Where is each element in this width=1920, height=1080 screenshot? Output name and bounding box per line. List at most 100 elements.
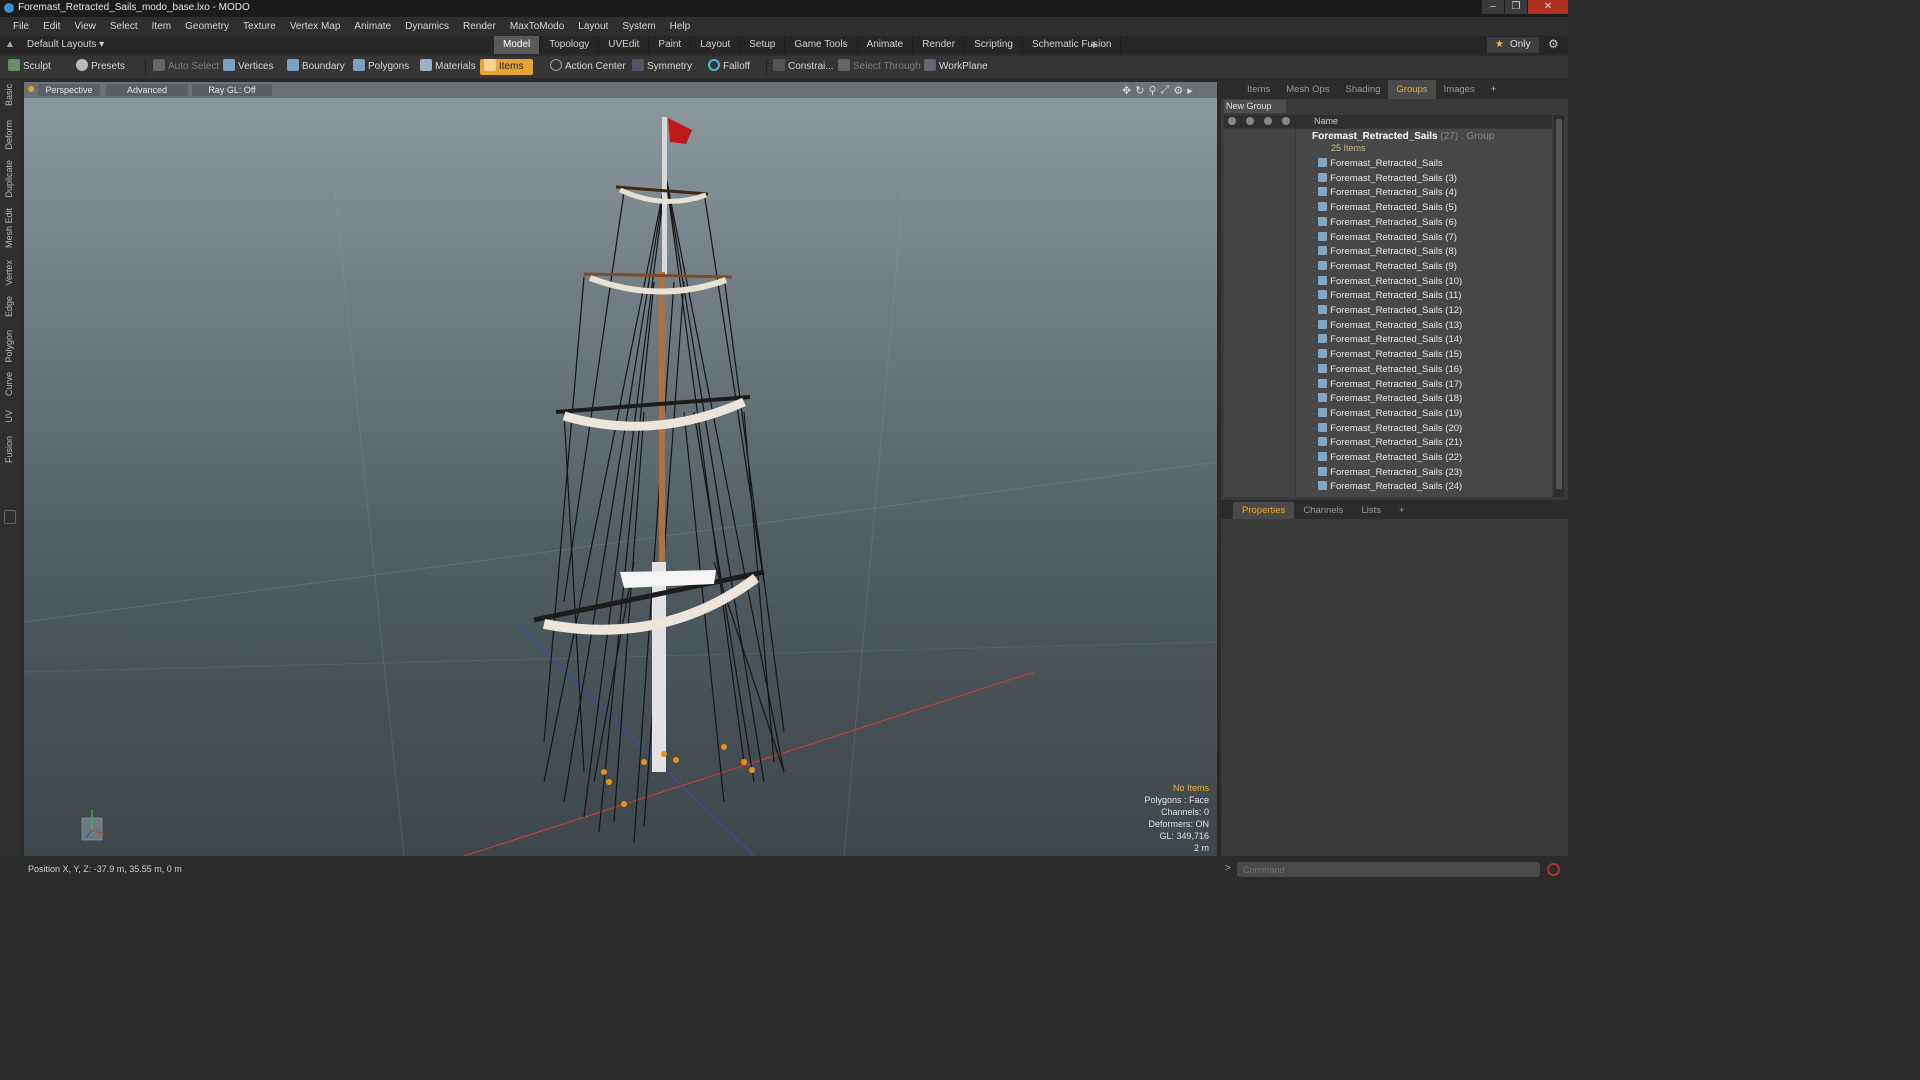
tab-topology[interactable]: Topology [540, 36, 600, 54]
restore-icon[interactable]: ❐ [1505, 0, 1527, 14]
group-item-row[interactable]: · Foremast_Retracted_Sails (20) [1312, 422, 1462, 436]
panel-toggle-button[interactable] [4, 510, 16, 524]
group-item-row[interactable]: · Foremast_Retracted_Sails (13) [1312, 319, 1462, 333]
left-tab-curve[interactable]: Curve [4, 372, 16, 396]
polygons-button[interactable]: Polygons [351, 59, 409, 75]
shading-button[interactable]: Advanced [106, 84, 188, 96]
menu-item-help[interactable]: Help [663, 21, 698, 32]
group-item-row[interactable]: · Foremast_Retracted_Sails (24) [1312, 480, 1462, 494]
only-button[interactable]: ★ Only [1487, 37, 1539, 53]
add-layout-icon[interactable]: + [1090, 37, 1098, 52]
tab-uvedit[interactable]: UVEdit [599, 36, 650, 54]
group-item-row[interactable]: · Foremast_Retracted_Sails (4) [1312, 186, 1457, 200]
tab-animate[interactable]: Animate [858, 36, 914, 54]
panel-tab-groups[interactable]: Groups [1388, 80, 1436, 99]
menu-item-file[interactable]: File [6, 21, 36, 32]
properties-tab-properties[interactable]: Properties [1233, 502, 1295, 519]
left-tab-polygon[interactable]: Polygon [4, 330, 16, 363]
menu-item-render[interactable]: Render [456, 21, 503, 32]
group-item-row[interactable]: · Foremast_Retracted_Sails (22) [1312, 451, 1462, 465]
fit-view-icon[interactable]: ⤢ [1161, 84, 1170, 97]
group-item-row[interactable]: · Foremast_Retracted_Sails (10) [1312, 275, 1462, 289]
left-tab-deform[interactable]: Deform [4, 120, 16, 150]
left-tab-duplicate[interactable]: Duplicate [4, 160, 16, 198]
raygl-button[interactable]: Ray GL: Off [192, 84, 272, 96]
materials-button[interactable]: Materials [418, 59, 476, 75]
menu-item-vertex-map[interactable]: Vertex Map [283, 21, 348, 32]
group-item-row[interactable]: · Foremast_Retracted_Sails [1312, 157, 1443, 171]
perspective-button[interactable]: Perspective [38, 84, 100, 96]
menu-item-geometry[interactable]: Geometry [178, 21, 236, 32]
group-item-row[interactable]: · Foremast_Retracted_Sails (6) [1312, 216, 1457, 230]
command-input[interactable] [1237, 862, 1540, 877]
tab-scripting[interactable]: Scripting [965, 36, 1023, 54]
panel-tab-items[interactable]: Items [1239, 80, 1278, 99]
items-button[interactable]: Items [480, 59, 534, 75]
group-item-row[interactable]: · Foremast_Retracted_Sails (12) [1312, 304, 1462, 318]
falloff-button[interactable]: Falloff [706, 59, 750, 75]
workplane-button[interactable]: WorkPlane [922, 59, 988, 75]
group-item-row[interactable]: · Foremast_Retracted_Sails (7) [1312, 231, 1457, 245]
left-tab-uv[interactable]: UV [4, 410, 16, 423]
tab-setup[interactable]: Setup [740, 36, 786, 54]
group-item-row[interactable]: · Foremast_Retracted_Sails (16) [1312, 363, 1462, 377]
left-tab-mesh-edit[interactable]: Mesh Edit [4, 208, 16, 248]
group-item-row[interactable]: · Foremast_Retracted_Sails (19) [1312, 407, 1462, 421]
group-item-row[interactable]: · Foremast_Retracted_Sails (14) [1312, 333, 1462, 347]
add-properties-tab-icon[interactable]: + [1390, 502, 1414, 519]
group-item-row[interactable]: · Foremast_Retracted_Sails (11) [1312, 289, 1461, 303]
menu-item-layout[interactable]: Layout [571, 21, 615, 32]
menu-item-maxtomodo[interactable]: MaxToModo [503, 21, 571, 32]
symmetry-button[interactable]: Symmetry [630, 59, 692, 75]
constraints-button[interactable]: Constrai... [771, 59, 834, 75]
minimize-icon[interactable]: – [1482, 0, 1504, 14]
group-item-row[interactable]: · Foremast_Retracted_Sails (8) [1312, 245, 1457, 259]
tab-schematic-fusion[interactable]: Schematic Fusion [1023, 36, 1122, 54]
menu-item-edit[interactable]: Edit [36, 21, 67, 32]
groups-scrollbar[interactable] [1554, 115, 1564, 497]
presets-button[interactable]: Presets [74, 59, 125, 75]
scrollbar-thumb[interactable] [1556, 119, 1562, 489]
group-item-row[interactable]: · Foremast_Retracted_Sails (23) [1312, 466, 1462, 480]
group-item-row[interactable]: · Foremast_Retracted_Sails (5) [1312, 201, 1457, 215]
left-tab-fusion[interactable]: Fusion [4, 436, 16, 463]
menu-item-dynamics[interactable]: Dynamics [398, 21, 456, 32]
menu-item-system[interactable]: System [615, 21, 662, 32]
zoom-view-icon[interactable]: ⚲ [1148, 84, 1156, 97]
menu-item-view[interactable]: View [67, 21, 103, 32]
menu-item-texture[interactable]: Texture [236, 21, 283, 32]
viewport-menu-icon[interactable] [28, 86, 34, 92]
left-tab-edge[interactable]: Edge [4, 296, 16, 317]
sculpt-button[interactable]: Sculpt [6, 59, 51, 75]
group-item-row[interactable]: · Foremast_Retracted_Sails (3) [1312, 172, 1457, 186]
viewport-gear-icon[interactable]: ⚙ [1173, 84, 1183, 97]
properties-tab-lists[interactable]: Lists [1352, 502, 1390, 519]
3d-viewport[interactable]: Perspective Advanced Ray GL: Off ✥ ↻ ⚲ ⤢… [24, 82, 1217, 856]
boundary-button[interactable]: Boundary [285, 59, 345, 75]
rotate-view-icon[interactable]: ↻ [1135, 84, 1144, 97]
group-row[interactable]: Foremast_Retracted_Sails (27) : Group [1312, 131, 1494, 142]
panel-tab-shading[interactable]: Shading [1338, 80, 1389, 99]
select-through-button[interactable]: Select Through [836, 59, 921, 75]
tab-paint[interactable]: Paint [649, 36, 692, 54]
group-item-row[interactable]: · Foremast_Retracted_Sails (9) [1312, 260, 1457, 274]
auto-select-button[interactable]: Auto Select [151, 59, 219, 75]
left-tab-vertex[interactable]: Vertex [4, 260, 16, 286]
default-layouts-dropdown[interactable]: ▲ Default Layouts ▾ [5, 39, 104, 50]
group-item-row[interactable]: · Foremast_Retracted_Sails (17) [1312, 378, 1462, 392]
gear-icon[interactable]: ⚙ [1548, 37, 1559, 51]
panel-tab-mesh-ops[interactable]: Mesh Ops [1278, 80, 1337, 99]
tab-layout[interactable]: Layout [691, 36, 741, 54]
panel-tab-images[interactable]: Images [1436, 80, 1483, 99]
move-view-icon[interactable]: ✥ [1122, 84, 1131, 97]
group-item-row[interactable]: · Foremast_Retracted_Sails (15) [1312, 348, 1462, 362]
vertices-button[interactable]: Vertices [221, 59, 274, 75]
properties-tab-channels[interactable]: Channels [1294, 502, 1352, 519]
menu-item-animate[interactable]: Animate [347, 21, 398, 32]
menu-item-select[interactable]: Select [103, 21, 145, 32]
viewport-expand-icon[interactable]: ▸ [1187, 84, 1193, 97]
tab-game-tools[interactable]: Game Tools [785, 36, 858, 54]
add-panel-tab-icon[interactable]: + [1483, 80, 1505, 99]
action-center-button[interactable]: Action Center [548, 59, 626, 75]
close-icon[interactable]: ✕ [1528, 0, 1568, 14]
